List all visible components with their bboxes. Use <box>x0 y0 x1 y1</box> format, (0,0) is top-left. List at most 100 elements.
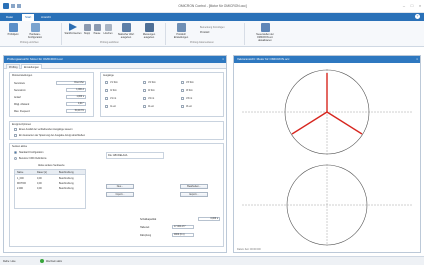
clear-button[interactable]: Löschen <box>103 23 113 35</box>
table-cell: 0,00 <box>37 182 42 185</box>
output-label: I2 ext <box>148 105 154 108</box>
test-object-button[interactable]: Prüfobjekt <box>6 23 20 36</box>
ribbon-button-label: Löschen <box>103 32 113 35</box>
angle-input[interactable]: 0,00 ° <box>66 102 86 106</box>
column-header[interactable]: Dauer [s] <box>37 171 47 174</box>
event-options-group: Ereignis-Optionen Einen Ausfall der verb… <box>9 121 224 140</box>
rated-current-input[interactable]: 1,000 A <box>66 88 86 92</box>
output-label: V3 int <box>186 97 193 100</box>
update-icon <box>260 23 270 32</box>
rated-circuit-select[interactable]: Drei-/Vier <box>56 81 86 85</box>
option-checkbox[interactable] <box>14 134 17 137</box>
update-occ-button[interactable]: Neuerstellen der OMICRON.occ aktualisier… <box>250 23 280 42</box>
report-settings-icon <box>176 23 186 32</box>
vector-status: Datum Zeit: 00:00:000 <box>237 248 261 251</box>
radio-label: Benutzer CMC Definitions <box>19 157 47 160</box>
sinks-table: Name Dauer [s] Beschreibung 1_000 0,00 Bes… <box>14 169 86 209</box>
table-cell: 2.000 <box>17 187 23 190</box>
app-icon <box>3 3 9 9</box>
output-checkbox[interactable] <box>143 97 146 100</box>
static-output-icon <box>121 23 131 32</box>
ribbon-button-label: Neuerstellen der OMICRON.occ aktualisier… <box>256 33 274 42</box>
ribbon-button-label: Statischer Wert ausgeben <box>117 33 135 39</box>
table-cell: Beschreibung <box>59 187 74 190</box>
output-checkbox[interactable] <box>143 81 146 84</box>
output-label: I2 Sim <box>148 89 155 92</box>
pause-icon <box>93 24 101 31</box>
subtab-settings[interactable]: Einstellungen <box>21 64 43 69</box>
column-header[interactable]: Name <box>17 171 23 174</box>
tab-file[interactable]: Datei <box>3 14 16 21</box>
table-cell: MOTOR <box>17 182 26 185</box>
output-label: V1 int <box>110 97 117 100</box>
vector-view-title: Vektoransicht: Motor für OMICRON.occ <box>237 57 290 61</box>
qat-undo-icon[interactable] <box>17 4 21 8</box>
voltage-vector-diagram <box>242 69 412 156</box>
static-output-button[interactable]: Statischer Wert ausgeben <box>116 23 136 39</box>
output-label: V3 Sim <box>186 81 194 84</box>
output-checkbox[interactable] <box>105 97 108 100</box>
pause-button[interactable]: Pause <box>93 23 101 35</box>
user-cmc-radio[interactable] <box>14 157 17 160</box>
field-label: Anlauf <box>14 96 21 99</box>
hardware-icon <box>30 23 40 32</box>
maximize-button[interactable]: □ <box>409 3 415 8</box>
window-title: OMICRON Control - [Motor für OMICRON.occ… <box>178 4 247 8</box>
standard-config-radio[interactable] <box>14 151 17 154</box>
output-checkbox[interactable] <box>143 105 146 108</box>
clear-icon <box>104 24 112 31</box>
help-icon[interactable]: ? <box>415 14 420 19</box>
ribbon-button-label: Protokoll Einstellungen <box>173 33 189 39</box>
output-checkbox[interactable] <box>181 105 184 108</box>
report-button[interactable]: Protokoll <box>200 31 209 34</box>
frequency-input[interactable]: 50,00 Hz <box>66 109 86 113</box>
hardware-config-button[interactable]: Hardware-Konfiguration <box>24 23 46 39</box>
ribbon-button-label: Prüfobjekt <box>7 33 19 36</box>
ribbon-button-label: Pause <box>93 32 101 35</box>
panel-close-icon[interactable]: × <box>416 56 418 63</box>
stop-button[interactable]: Stopp <box>83 23 91 35</box>
motor-settings-group: Motoreinstellungen Nennkreis Drei-/Vier … <box>9 72 94 117</box>
import-button[interactable]: Import... <box>106 192 134 197</box>
output-label: I1 Sim <box>110 89 117 92</box>
output-checkbox[interactable] <box>181 81 184 84</box>
status-right: Wechseln aktiv <box>46 260 63 263</box>
ribbon-button-label: Hardware-Konfiguration <box>27 33 43 39</box>
tab-view[interactable]: Ansicht <box>38 14 54 21</box>
report-settings-button[interactable]: Protokoll Einstellungen <box>169 23 193 39</box>
close-button[interactable]: × <box>417 3 423 8</box>
hold-time-input[interactable]: 17.000.277 <box>172 225 194 229</box>
output-label: V2 int <box>148 97 155 100</box>
export-button[interactable]: Export... <box>180 192 208 197</box>
qat-save-icon[interactable] <box>11 4 15 8</box>
table-cell: 0,00 <box>37 177 42 180</box>
minimize-button[interactable]: – <box>401 3 407 8</box>
output-checkbox[interactable] <box>143 89 146 92</box>
field-label: Nennstrom <box>14 89 26 92</box>
switching-capacity-input[interactable]: 0,000 s <box>198 217 220 221</box>
table-row[interactable]: 2.000 0,00 Beschreibung <box>15 186 85 191</box>
damping-input[interactable]: 0000 (0.1) <box>172 233 194 237</box>
tab-start[interactable]: Start <box>22 14 35 21</box>
test-object-icon <box>8 23 18 32</box>
test-view-title: Prüfungsansicht: Motor für OMICRON.occ <box>7 57 64 61</box>
output-checkbox[interactable] <box>105 81 108 84</box>
option-checkbox[interactable] <box>14 128 17 131</box>
status-bar: Reihe: Liste Wechseln aktiv <box>0 256 424 265</box>
edit-button[interactable]: Bearbeiten... <box>180 184 208 189</box>
output-checkbox[interactable] <box>181 89 184 92</box>
output-checkbox[interactable] <box>181 97 184 100</box>
vector-3 <box>291 111 328 135</box>
subtab-row: Prüfling Einstellungen <box>4 63 226 69</box>
panel-close-icon[interactable]: × <box>222 56 224 63</box>
output-checkbox[interactable] <box>105 105 108 108</box>
output-checkbox[interactable] <box>105 89 108 92</box>
measurements-button[interactable]: Messungen ausgeben <box>139 23 159 39</box>
add-remark-button[interactable]: Bemerkung hinzufügen <box>200 26 225 29</box>
column-header[interactable]: Beschreibung <box>59 171 74 174</box>
field-label: Haltezeit <box>140 226 150 229</box>
startup-input[interactable]: 1,000 s <box>66 95 86 99</box>
subtab-test-object[interactable]: Prüfling <box>6 64 21 69</box>
start-button[interactable]: Start/Fortsetzen <box>65 23 82 35</box>
new-button[interactable]: Neu... <box>106 184 134 189</box>
